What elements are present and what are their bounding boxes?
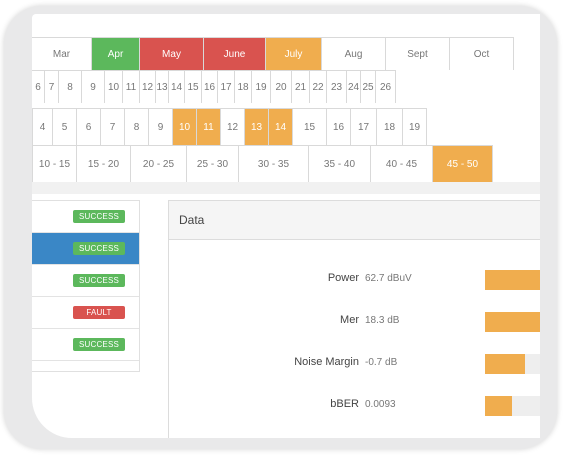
metric-bar-track bbox=[485, 354, 540, 374]
day2-cell-5[interactable]: 9 bbox=[149, 109, 173, 145]
range-cell-5[interactable]: 35 - 40 bbox=[309, 146, 371, 182]
day-selector: 6 7 8 9 10 11 12 13 14 15 16 17 18 19 20 21 22 23 24 25 26 bbox=[32, 70, 396, 103]
metric-bar-fill bbox=[485, 396, 512, 416]
day-cell-3[interactable]: 9 bbox=[82, 71, 105, 103]
day2-cell-0[interactable]: 4 bbox=[33, 109, 53, 145]
range-cell-2[interactable]: 20 - 25 bbox=[131, 146, 187, 182]
range-selector: 10 - 15 15 - 20 20 - 25 25 - 30 30 - 35 35 - … bbox=[32, 145, 493, 183]
day-cell-11[interactable]: 17 bbox=[218, 71, 235, 103]
day2-cell-1[interactable]: 5 bbox=[53, 109, 77, 145]
range-cell-4[interactable]: 30 - 35 bbox=[239, 146, 309, 182]
day2-cell-15[interactable]: 19 bbox=[403, 109, 427, 145]
day2-cell-10[interactable]: 14 bbox=[269, 109, 293, 145]
status-list: SUCCESS SUCCESS SUCCESS FAULT SUCCESS bbox=[32, 200, 140, 372]
metric-label: Noise Margin bbox=[294, 356, 359, 368]
metric-bar-fill bbox=[485, 312, 540, 332]
metric-bar-track bbox=[485, 396, 540, 416]
status-badge: SUCCESS bbox=[73, 338, 125, 351]
day-cell-14[interactable]: 20 bbox=[271, 71, 292, 103]
metric-row: bBER 0.0093 bbox=[169, 393, 540, 417]
day-cell-7[interactable]: 13 bbox=[156, 71, 169, 103]
metric-label: bBER bbox=[330, 398, 359, 410]
status-list-item[interactable]: SUCCESS bbox=[32, 265, 139, 297]
metric-bar-fill bbox=[485, 270, 540, 290]
day-cell-19[interactable]: 25 bbox=[361, 71, 376, 103]
day-cell-10[interactable]: 16 bbox=[202, 71, 218, 103]
metric-bar-fill bbox=[485, 354, 525, 374]
metric-bar-track bbox=[485, 270, 540, 290]
status-badge: SUCCESS bbox=[73, 274, 125, 287]
day-cell-18[interactable]: 24 bbox=[347, 71, 361, 103]
metric-row: Mer 18.3 dB bbox=[169, 309, 540, 333]
metric-row: Power 62.7 dBuV bbox=[169, 267, 540, 291]
day-cell-16[interactable]: 22 bbox=[310, 71, 327, 103]
status-badge: SUCCESS bbox=[73, 210, 125, 223]
metric-value: 62.7 dBuV bbox=[365, 273, 412, 284]
day2-cell-11[interactable]: 15 bbox=[293, 109, 327, 145]
month-tab-1[interactable]: Apr bbox=[92, 38, 140, 70]
panel-title: Data bbox=[179, 213, 205, 227]
day-selector-secondary: 4 5 6 7 8 9 10 11 12 13 14 15 16 17 18 19 bbox=[32, 108, 427, 145]
status-list-item[interactable]: FAULT bbox=[32, 297, 139, 329]
day2-cell-3[interactable]: 7 bbox=[101, 109, 125, 145]
day-cell-6[interactable]: 12 bbox=[140, 71, 156, 103]
status-list-item[interactable]: SUCCESS bbox=[32, 329, 139, 361]
month-tab-4[interactable]: July bbox=[266, 38, 322, 70]
day-cell-20[interactable]: 26 bbox=[376, 71, 396, 103]
day2-cell-9[interactable]: 13 bbox=[245, 109, 269, 145]
month-selector: Mar Apr May June July Aug Sept Oct bbox=[32, 37, 514, 70]
day2-cell-4[interactable]: 8 bbox=[125, 109, 149, 145]
day-cell-15[interactable]: 21 bbox=[292, 71, 310, 103]
day-cell-2[interactable]: 8 bbox=[59, 71, 82, 103]
day2-cell-6[interactable]: 10 bbox=[173, 109, 197, 145]
range-cell-3[interactable]: 25 - 30 bbox=[187, 146, 239, 182]
status-list-item[interactable]: SUCCESS bbox=[32, 201, 139, 233]
day-cell-8[interactable]: 14 bbox=[169, 71, 185, 103]
day-cell-13[interactable]: 19 bbox=[252, 71, 271, 103]
metric-value: -0.7 dB bbox=[365, 357, 398, 368]
day-cell-1[interactable]: 7 bbox=[45, 71, 59, 103]
month-tab-3[interactable]: June bbox=[204, 38, 266, 70]
day2-cell-7[interactable]: 11 bbox=[197, 109, 221, 145]
status-list-item[interactable]: SUCCESS bbox=[32, 233, 139, 265]
metric-value: 0.0093 bbox=[365, 399, 396, 410]
status-badge: SUCCESS bbox=[73, 242, 125, 255]
day-cell-5[interactable]: 11 bbox=[123, 71, 140, 103]
day2-cell-13[interactable]: 17 bbox=[351, 109, 377, 145]
day2-cell-12[interactable]: 16 bbox=[327, 109, 351, 145]
metric-label: Power bbox=[327, 272, 359, 284]
day-cell-0[interactable]: 6 bbox=[32, 71, 45, 103]
month-tab-2[interactable]: May bbox=[140, 38, 204, 70]
panel-header: Data bbox=[169, 201, 540, 240]
month-tab-6[interactable]: Sept bbox=[386, 38, 450, 70]
day-cell-12[interactable]: 18 bbox=[235, 71, 252, 103]
day-cell-17[interactable]: 23 bbox=[327, 71, 347, 103]
range-cell-6[interactable]: 40 - 45 bbox=[371, 146, 433, 182]
month-tab-0[interactable]: Mar bbox=[32, 38, 92, 70]
day-cell-4[interactable]: 10 bbox=[105, 71, 123, 103]
day-cell-9[interactable]: 15 bbox=[185, 71, 202, 103]
metric-value: 18.3 dB bbox=[365, 315, 400, 326]
range-cell-7[interactable]: 45 - 50 bbox=[433, 146, 493, 182]
metric-bar-track bbox=[485, 312, 540, 332]
range-cell-0[interactable]: 10 - 15 bbox=[33, 146, 77, 182]
metric-row: Noise Margin -0.7 dB bbox=[169, 351, 540, 375]
month-tab-7[interactable]: Oct bbox=[450, 38, 514, 70]
status-badge: FAULT bbox=[73, 306, 125, 319]
day2-cell-2[interactable]: 6 bbox=[77, 109, 101, 145]
data-panel: Data Power 62.7 dBuV Mer 18.3 dB Noise Margi… bbox=[168, 200, 540, 438]
selector-footer-bar bbox=[32, 182, 540, 194]
month-tab-5[interactable]: Aug bbox=[322, 38, 386, 70]
range-cell-1[interactable]: 15 - 20 bbox=[77, 146, 131, 182]
metric-label: Mer bbox=[340, 314, 359, 326]
day2-cell-14[interactable]: 18 bbox=[377, 109, 403, 145]
app-screen: Mar Apr May June July Aug Sept Oct 6 7 8 9 10 11 12 13… bbox=[32, 14, 540, 438]
day2-cell-8[interactable]: 12 bbox=[221, 109, 245, 145]
